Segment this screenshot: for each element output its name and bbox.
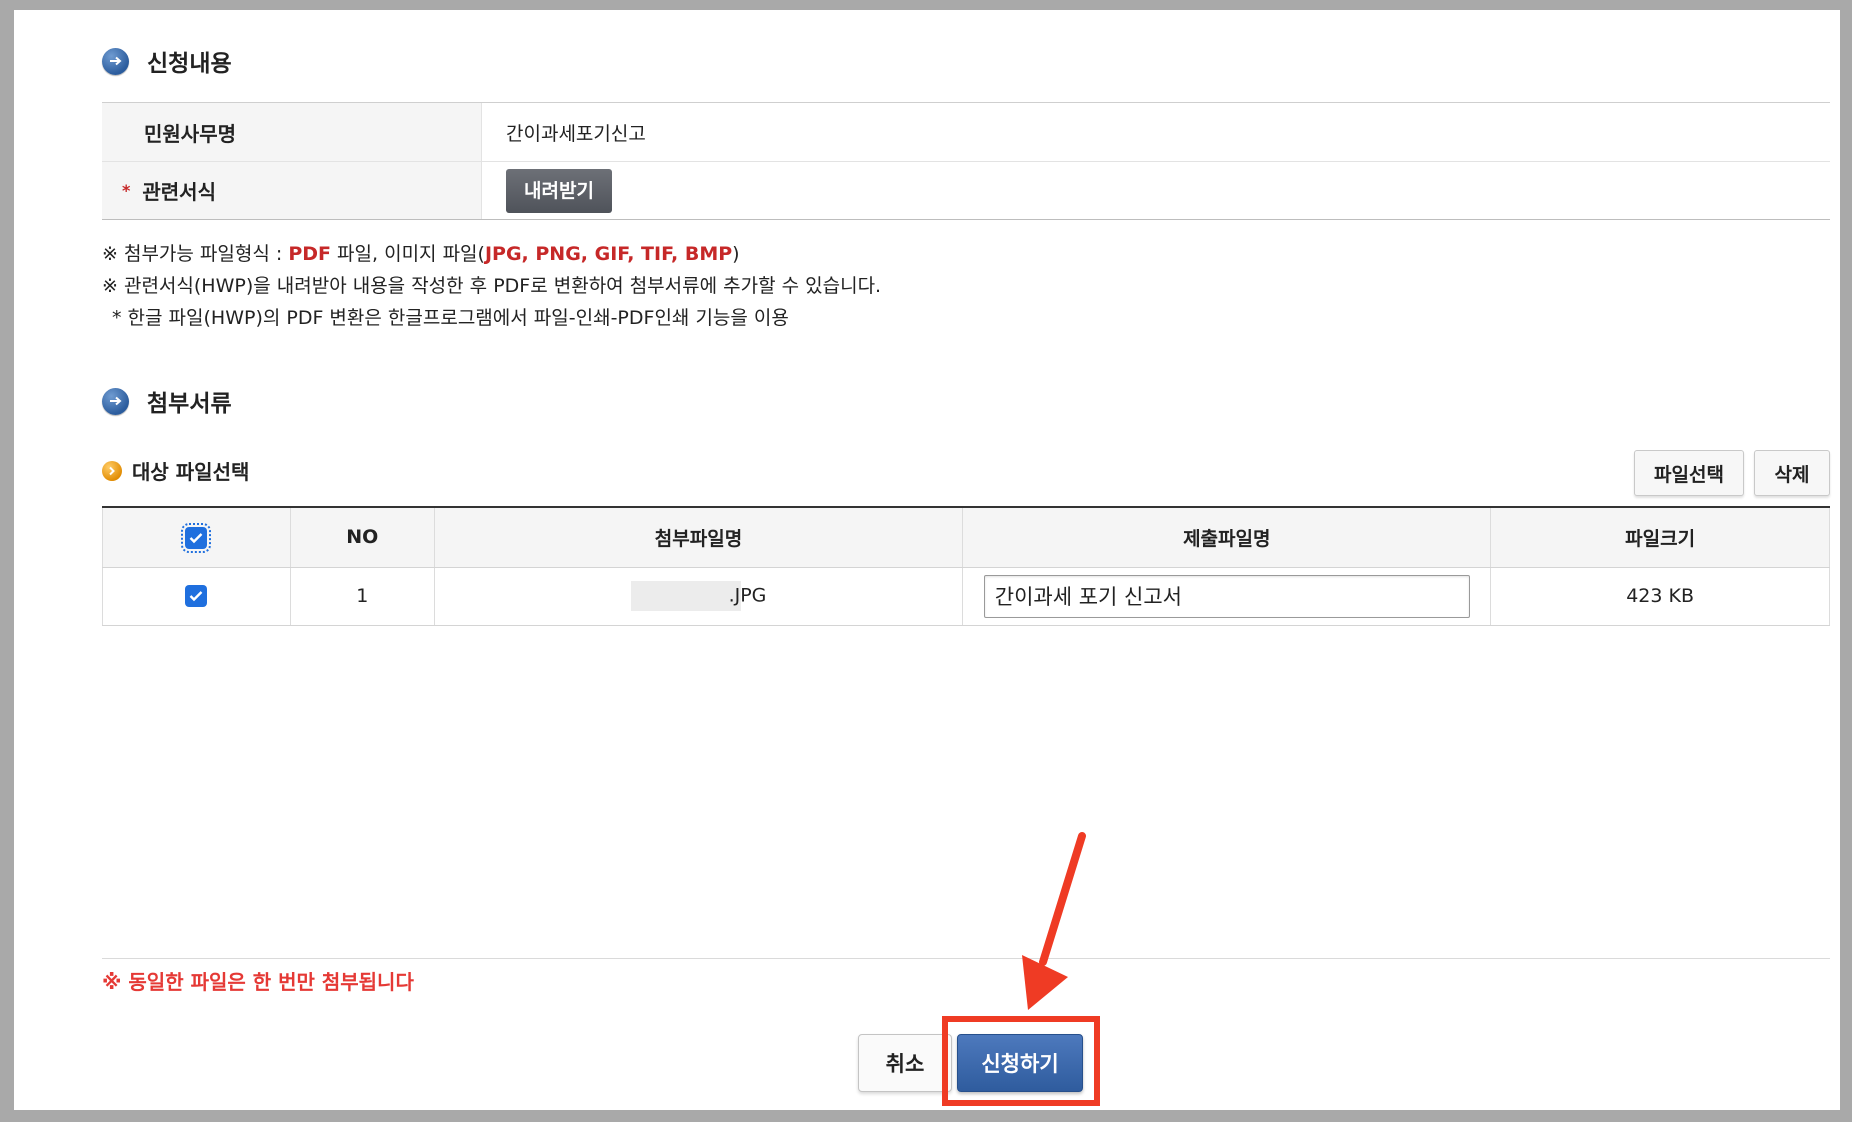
target-file-select-title: 대상 파일선택 xyxy=(102,456,249,485)
row-checkbox[interactable] xyxy=(185,585,208,608)
related-form-value: 내려받기 xyxy=(482,162,1830,219)
row-checkbox-cell xyxy=(102,567,291,626)
note-text: 파일, 이미지 파일( xyxy=(331,243,485,265)
required-star-icon: * xyxy=(122,181,131,200)
file-select-button[interactable]: 파일선택 xyxy=(1634,450,1744,496)
row-file-size: 423 KB xyxy=(1490,567,1830,626)
row-attachment-name-cell: .JPG xyxy=(433,567,963,626)
row-attachment-name: JPG xyxy=(734,584,767,607)
table-header-row: NO 첨부파일명 제출파일명 파일크기 xyxy=(102,506,1830,568)
note-pdf: PDF xyxy=(288,243,332,265)
download-button[interactable]: 내려받기 xyxy=(506,168,612,213)
redacted-filename xyxy=(630,581,741,611)
note-text: ※ 첨부가능 파일형식 : xyxy=(102,243,289,265)
file-notes: ※ 첨부가능 파일형식 : PDF 파일, 이미지 파일(JPG, PNG, G… xyxy=(102,238,881,334)
duplicate-file-warning: ※ 동일한 파일은 한 번만 첨부됩니다 xyxy=(102,970,414,994)
section-title-text: 첨부서류 xyxy=(147,391,232,417)
chevron-right-icon xyxy=(102,460,122,481)
note-line-3: * 한글 파일(HWP)의 PDF 변환은 한글프로그램에서 파일-인쇄-PDF… xyxy=(112,307,789,329)
section-title-application: 신청내용 xyxy=(102,44,232,78)
service-name-label: 민원사무명 xyxy=(102,103,482,161)
select-all-checkbox[interactable] xyxy=(181,522,212,553)
header-file-size: 파일크기 xyxy=(1490,506,1830,568)
row-submit-name-cell xyxy=(962,567,1491,626)
info-row-form: * 관련서식 내려받기 xyxy=(102,161,1830,219)
arrow-circle-icon xyxy=(102,47,129,75)
note-image-types: JPG, PNG, GIF, TIF, BMP xyxy=(484,243,733,265)
note-line-2: ※ 관련서식(HWP)을 내려받아 내용을 작성한 후 PDF로 변환하여 첨부… xyxy=(102,275,882,297)
section-title-text: 신청내용 xyxy=(147,51,232,77)
row-no: 1 xyxy=(289,567,435,626)
highlight-box xyxy=(942,1016,1100,1106)
cancel-button[interactable]: 취소 xyxy=(858,1034,952,1092)
service-name-value: 간이과세포기신고 xyxy=(506,122,646,145)
header-attachment-name: 첨부파일명 xyxy=(433,506,963,568)
footer-divider xyxy=(102,958,1830,959)
delete-button[interactable]: 삭제 xyxy=(1754,450,1830,496)
select-all-header xyxy=(102,506,291,568)
target-file-select-label: 대상 파일선택 xyxy=(132,460,250,484)
arrow-circle-icon xyxy=(102,387,129,415)
header-submit-name: 제출파일명 xyxy=(962,506,1491,568)
related-form-label: 관련서식 xyxy=(142,180,216,204)
table-row: 1 .JPG 423 KB xyxy=(102,567,1830,626)
info-row-service: 민원사무명 간이과세포기신고 xyxy=(102,103,1830,161)
attachment-table: NO 첨부파일명 제출파일명 파일크기 1 .JPG 423 KB xyxy=(102,506,1830,626)
header-no: NO xyxy=(289,506,435,568)
note-text: ) xyxy=(732,243,740,265)
application-info-table: 민원사무명 간이과세포기신고 * 관련서식 내려받기 xyxy=(102,102,1830,220)
section-title-attachments: 첨부서류 xyxy=(102,384,232,418)
related-form-label-cell: * 관련서식 xyxy=(102,162,482,219)
note-line-1: ※ 첨부가능 파일형식 : PDF 파일, 이미지 파일(JPG, PNG, G… xyxy=(102,238,881,270)
submit-filename-input[interactable] xyxy=(983,574,1470,618)
